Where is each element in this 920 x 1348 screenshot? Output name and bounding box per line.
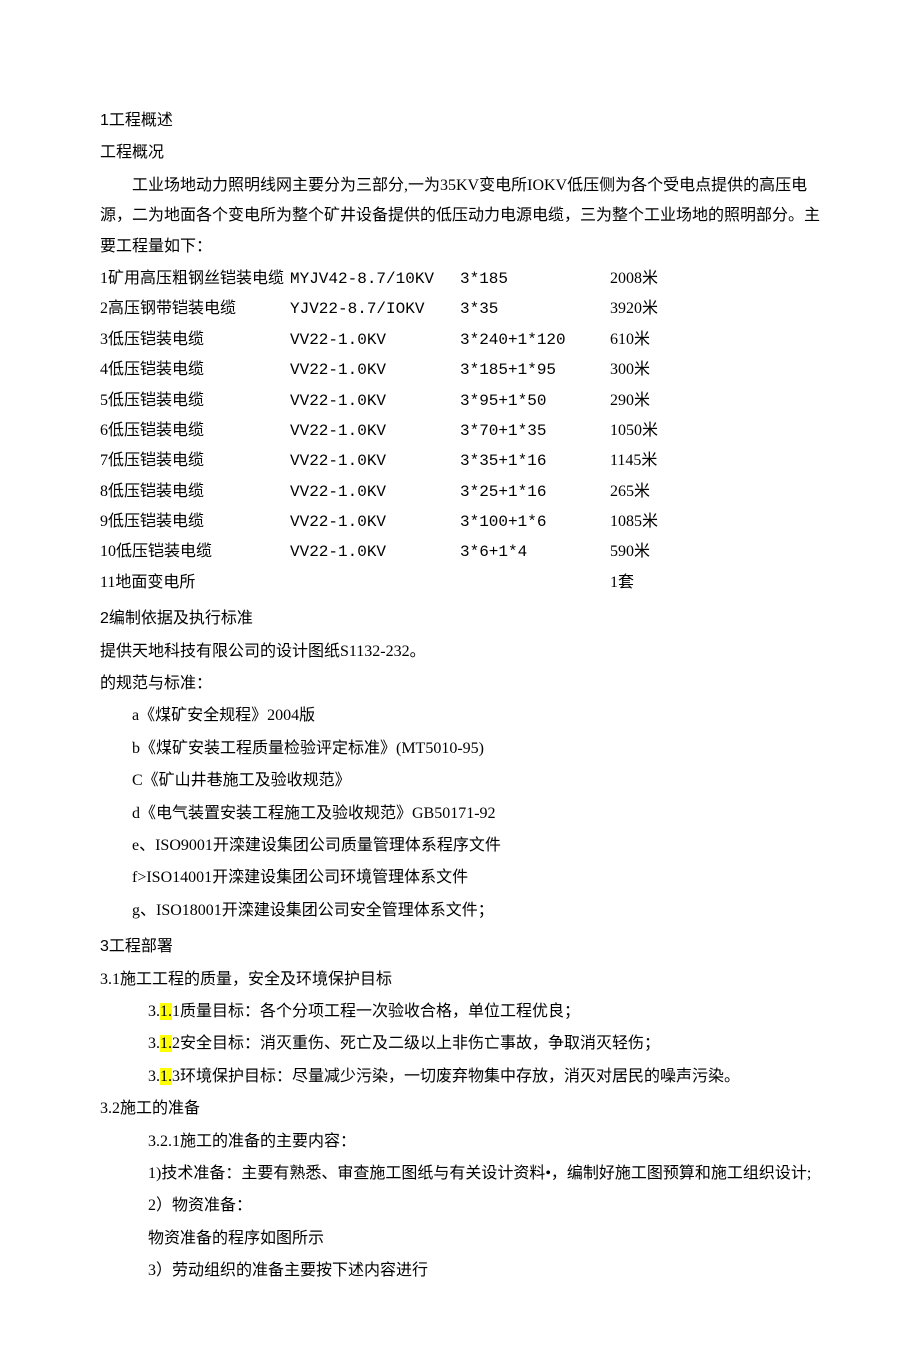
cable-spec: 3*95+1*50 — [460, 386, 610, 416]
cable-model — [290, 568, 460, 598]
section-2-heading: 2编制依据及执行标准 — [100, 604, 820, 634]
cable-model: VV22-1.0KV — [290, 386, 460, 416]
sec3-num: 3 — [100, 938, 109, 955]
cable-qty: 3920米 — [610, 294, 820, 324]
cable-spec: 3*185+1*95 — [460, 355, 610, 385]
list-item: C《矿山井巷施工及验收规范》 — [100, 766, 820, 796]
cable-model: VV22-1.0KV — [290, 325, 460, 355]
sec3-2-1-3: 3）劳动组织的准备主要按下述内容进行 — [100, 1256, 820, 1286]
cable-model: VV22-1.0KV — [290, 537, 460, 567]
cable-qty: 1145米 — [610, 446, 820, 476]
list-item: g、ISO18001开滦建设集团公司安全管理体系文件； — [100, 896, 820, 926]
cable-spec: 3*70+1*35 — [460, 416, 610, 446]
cable-spec: 3*240+1*120 — [460, 325, 610, 355]
cable-name: 6低压铠装电缆 — [100, 416, 290, 446]
sec2-line2: 的规范与标准： — [100, 669, 820, 699]
sec3-2-1: 3.2.1施工的准备的主要内容： — [100, 1127, 820, 1157]
s313-post: 3环境保护目标：尽量减少污染，一切废弃物集中存放，消灭对居民的噪声污染。 — [172, 1068, 740, 1085]
table-row: 7低压铠装电缆VV22-1.0KV3*35+1*161145米 — [100, 446, 820, 476]
cable-spec: 3*35+1*16 — [460, 446, 610, 476]
cable-spec: 3*100+1*6 — [460, 507, 610, 537]
s312-post: 2安全目标：消灭重伤、死亡及二级以上非伤亡事故，争取消灭轻伤； — [172, 1035, 660, 1052]
cable-qty: 610米 — [610, 325, 820, 355]
cable-name: 11地面变电所 — [100, 568, 290, 598]
s311-post: 1质量目标：各个分项工程一次验收合格，单位工程优良； — [172, 1003, 580, 1020]
cable-name: 5低压铠装电缆 — [100, 386, 290, 416]
cable-spec — [460, 568, 610, 598]
table-row: 6低压铠装电缆VV22-1.0KV3*70+1*351050米 — [100, 416, 820, 446]
s313-pre: 3. — [148, 1068, 160, 1085]
list-item: e、ISO9001开滦建设集团公司质量管理体系程序文件 — [100, 831, 820, 861]
cable-qty: 1085米 — [610, 507, 820, 537]
sec1-num: 1 — [100, 112, 109, 129]
cable-name: 10低压铠装电缆 — [100, 537, 290, 567]
section-1-heading: 1工程概述 — [100, 106, 820, 136]
cable-spec: 3*35 — [460, 294, 610, 324]
sec1-txt: 工程概述 — [109, 112, 173, 129]
sec3-2-1-2: 2）物资准备： — [100, 1191, 820, 1221]
cable-table: 1矿用高压粗钢丝铠装电缆MYJV42-8.7/10KV3*1852008米2高压… — [100, 264, 820, 598]
s312-hl: 1. — [160, 1035, 172, 1052]
s312-pre: 3. — [148, 1035, 160, 1052]
list-item: d《电气装置安装工程施工及验收规范》GB50171-92 — [100, 799, 820, 829]
table-row: 11地面变电所 1套 — [100, 568, 820, 598]
sec2-line1: 提供天地科技有限公司的设计图纸S1132-232。 — [100, 637, 820, 667]
sec3-2-heading: 3.2施工的准备 — [100, 1094, 820, 1124]
cable-qty: 265米 — [610, 477, 820, 507]
cable-name: 2高压钢带铠装电缆 — [100, 294, 290, 324]
cable-spec: 3*25+1*16 — [460, 477, 610, 507]
cable-qty: 2008米 — [610, 264, 820, 294]
sec3-2-1-1: 1)技术准备：主要有熟悉、审查施工图纸与有关设计资料•，编制好施工图预算和施工组… — [100, 1159, 820, 1189]
cable-model: VV22-1.0KV — [290, 477, 460, 507]
cable-name: 1矿用高压粗钢丝铠装电缆 — [100, 264, 290, 294]
cable-qty: 1套 — [610, 568, 820, 598]
s311-hl: 1. — [160, 1003, 172, 1020]
sec2-txt: 编制依据及执行标准 — [109, 610, 253, 627]
list-item: a《煤矿安全规程》2004版 — [100, 701, 820, 731]
table-row: 9低压铠装电缆VV22-1.0KV3*100+1*61085米 — [100, 507, 820, 537]
table-row: 2高压钢带铠装电缆YJV22-8.7/IOKV3*353920米 — [100, 294, 820, 324]
cable-name: 8低压铠装电缆 — [100, 477, 290, 507]
cable-qty: 590米 — [610, 537, 820, 567]
cable-qty: 300米 — [610, 355, 820, 385]
cable-name: 7低压铠装电缆 — [100, 446, 290, 476]
sec3-txt: 工程部署 — [109, 938, 173, 955]
cable-model: VV22-1.0KV — [290, 416, 460, 446]
s311-pre: 3. — [148, 1003, 160, 1020]
table-row: 10低压铠装电缆VV22-1.0KV3*6+1*4590米 — [100, 537, 820, 567]
sec3-1-heading: 3.1施工工程的质量，安全及环境保护目标 — [100, 965, 820, 995]
sec3-1-1: 3.1.1质量目标：各个分项工程一次验收合格，单位工程优良； — [100, 997, 820, 1027]
list-item: f>ISO14001开滦建设集团公司环境管理体系文件 — [100, 863, 820, 893]
cable-qty: 290米 — [610, 386, 820, 416]
list-item: b《煤矿安装工程质量检验评定标准》(MT5010-95) — [100, 734, 820, 764]
sec2-num: 2 — [100, 610, 109, 627]
table-row: 4低压铠装电缆VV22-1.0KV3*185+1*95300米 — [100, 355, 820, 385]
table-row: 3低压铠装电缆VV22-1.0KV3*240+1*120610米 — [100, 325, 820, 355]
sec3-1-2: 3.1.2安全目标：消灭重伤、死亡及二级以上非伤亡事故，争取消灭轻伤； — [100, 1029, 820, 1059]
cable-name: 9低压铠装电缆 — [100, 507, 290, 537]
cable-spec: 3*185 — [460, 264, 610, 294]
sec3-1-3: 3.1.3环境保护目标：尽量减少污染，一切废弃物集中存放，消灭对居民的噪声污染。 — [100, 1062, 820, 1092]
cable-name: 3低压铠装电缆 — [100, 325, 290, 355]
s313-hl: 1. — [160, 1068, 172, 1085]
cable-model: VV22-1.0KV — [290, 446, 460, 476]
table-row: 1矿用高压粗钢丝铠装电缆MYJV42-8.7/10KV3*1852008米 — [100, 264, 820, 294]
sec1-intro: 工业场地动力照明线网主要分为三部分,一为35KV变电所IOKV低压侧为各个受电点… — [100, 171, 820, 262]
section-3-heading: 3工程部署 — [100, 932, 820, 962]
sec1-sub: 工程概况 — [100, 138, 820, 168]
cable-spec: 3*6+1*4 — [460, 537, 610, 567]
cable-name: 4低压铠装电缆 — [100, 355, 290, 385]
table-row: 8低压铠装电缆VV22-1.0KV3*25+1*16265米 — [100, 477, 820, 507]
cable-qty: 1050米 — [610, 416, 820, 446]
sec3-2-1-2b: 物资准备的程序如图所示 — [100, 1224, 820, 1254]
table-row: 5低压铠装电缆VV22-1.0KV3*95+1*50290米 — [100, 386, 820, 416]
cable-model: VV22-1.0KV — [290, 507, 460, 537]
cable-model: MYJV42-8.7/10KV — [290, 264, 460, 294]
cable-model: VV22-1.0KV — [290, 355, 460, 385]
cable-model: YJV22-8.7/IOKV — [290, 294, 460, 324]
